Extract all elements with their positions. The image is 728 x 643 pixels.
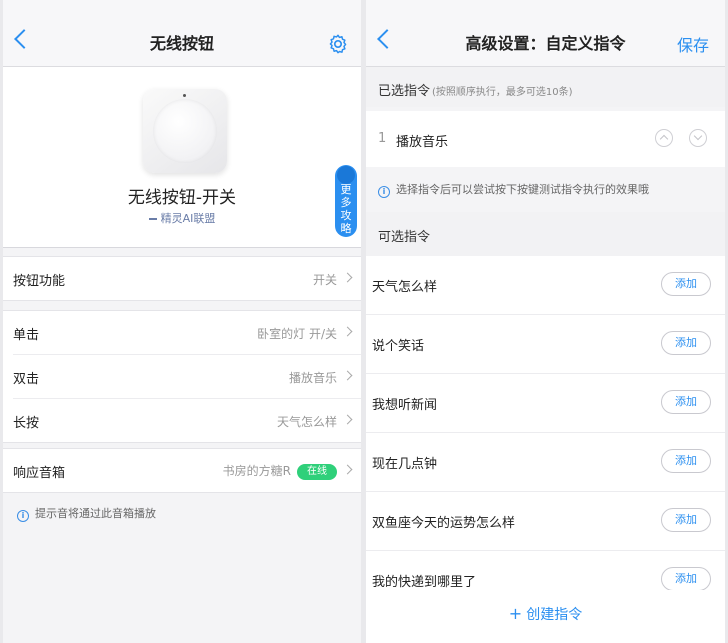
list-item: 现在几点钟 添加 xyxy=(366,433,725,492)
add-button[interactable]: 添加 xyxy=(661,449,711,473)
speaker-group: 响应音箱 书房的方糖R 在线 xyxy=(3,448,361,493)
device-card: 无线按钮-开关 精灵AI联盟 更多攻略 xyxy=(3,67,361,248)
left-header: 无线按钮 xyxy=(3,0,361,67)
list-item: 说个笑话 添加 xyxy=(366,315,725,374)
page-title: 高级设置：自定义指令 xyxy=(465,34,626,53)
plus-icon: + xyxy=(508,604,523,623)
selected-command-label: 播放音乐 xyxy=(396,135,449,150)
command-label: 天气怎么样 xyxy=(372,280,438,295)
actions-group: 单击 卧室的灯 开/关 双击 播放音乐 长按 天气怎么样 xyxy=(3,310,361,443)
move-up-icon[interactable] xyxy=(655,129,673,147)
list-item: 双鱼座今天的运势怎么样 添加 xyxy=(366,492,725,551)
info-icon: i xyxy=(378,186,390,198)
save-button[interactable]: 保存 xyxy=(677,32,709,56)
add-button[interactable]: 添加 xyxy=(661,390,711,414)
chevron-right-icon xyxy=(342,464,353,475)
command-label: 说个笑话 xyxy=(372,339,425,354)
command-index: 1 xyxy=(378,131,387,146)
command-label: 我想听新闻 xyxy=(372,398,438,413)
info-icon: i xyxy=(17,510,29,522)
available-section-header: 可选指令 xyxy=(366,212,725,256)
list-item: 天气怎么样 添加 xyxy=(366,256,725,315)
list-item: 我想听新闻 添加 xyxy=(366,374,725,433)
command-label: 我的快递到哪里了 xyxy=(372,575,477,590)
command-label: 双鱼座今天的运势怎么样 xyxy=(372,516,516,531)
gear-icon[interactable] xyxy=(327,33,349,55)
double-click-row[interactable]: 双击 播放音乐 xyxy=(13,354,361,398)
long-press-row[interactable]: 长按 天气怎么样 xyxy=(13,398,361,442)
add-button[interactable]: 添加 xyxy=(661,272,711,296)
device-name: 无线按钮-开关 xyxy=(127,188,237,208)
add-button[interactable]: 添加 xyxy=(661,331,711,355)
chevron-right-icon xyxy=(342,272,353,283)
selected-command-row[interactable]: 1 播放音乐 xyxy=(366,111,725,167)
page-title: 无线按钮 xyxy=(149,34,214,53)
chevron-right-icon xyxy=(342,414,353,425)
available-section-title: 可选指令 xyxy=(378,230,431,245)
more-guides-tab[interactable]: 更多攻略 xyxy=(335,165,357,237)
add-button[interactable]: 添加 xyxy=(661,508,711,532)
move-down-icon[interactable] xyxy=(689,129,707,147)
selected-section-title: 已选指令 xyxy=(378,84,431,99)
speaker-name: 书房的方糖R xyxy=(222,464,291,478)
selected-section-hint: (按照顺序执行，最多可选10条) xyxy=(432,87,573,98)
button-function-row[interactable]: 按钮功能 开关 xyxy=(3,257,361,300)
create-command-bar: + 创建指令 xyxy=(366,590,725,643)
selected-section-header: 已选指令 (按照顺序执行，最多可选10条) xyxy=(366,67,725,107)
test-tip: i 选择指令后可以尝试按下按键测试指令执行的效果哦 xyxy=(378,181,649,198)
available-command-list: 天气怎么样 添加 说个笑话 添加 我想听新闻 添加 现在几点钟 添加 双鱼座今天… xyxy=(366,256,725,609)
single-click-row[interactable]: 单击 卧室的灯 开/关 xyxy=(3,311,361,354)
chevron-right-icon xyxy=(342,370,353,381)
right-header: 高级设置：自定义指令 保存 xyxy=(366,0,725,67)
online-badge: 在线 xyxy=(297,464,337,480)
command-label: 现在几点钟 xyxy=(372,457,438,472)
add-button[interactable]: 添加 xyxy=(661,567,711,591)
device-vendor: 精灵AI联盟 xyxy=(3,210,361,226)
speaker-note: i 提示音将通过此音箱播放 xyxy=(17,505,156,522)
create-command-button[interactable]: + 创建指令 xyxy=(366,604,725,624)
chevron-right-icon xyxy=(342,326,353,337)
speaker-row[interactable]: 响应音箱 书房的方糖R 在线 xyxy=(3,449,361,492)
wireless-button-screen: 无线按钮 无线按钮-开关 精灵AI联盟 更多攻略 按钮功能 开关 单击 卧室的灯… xyxy=(3,0,361,643)
device-image xyxy=(143,89,227,173)
more-guides-label: 更多攻略 xyxy=(340,183,352,235)
function-group: 按钮功能 开关 xyxy=(3,256,361,301)
custom-command-screen: 高级设置：自定义指令 保存 已选指令 (按照顺序执行，最多可选10条) 1 播放音… xyxy=(366,0,725,643)
